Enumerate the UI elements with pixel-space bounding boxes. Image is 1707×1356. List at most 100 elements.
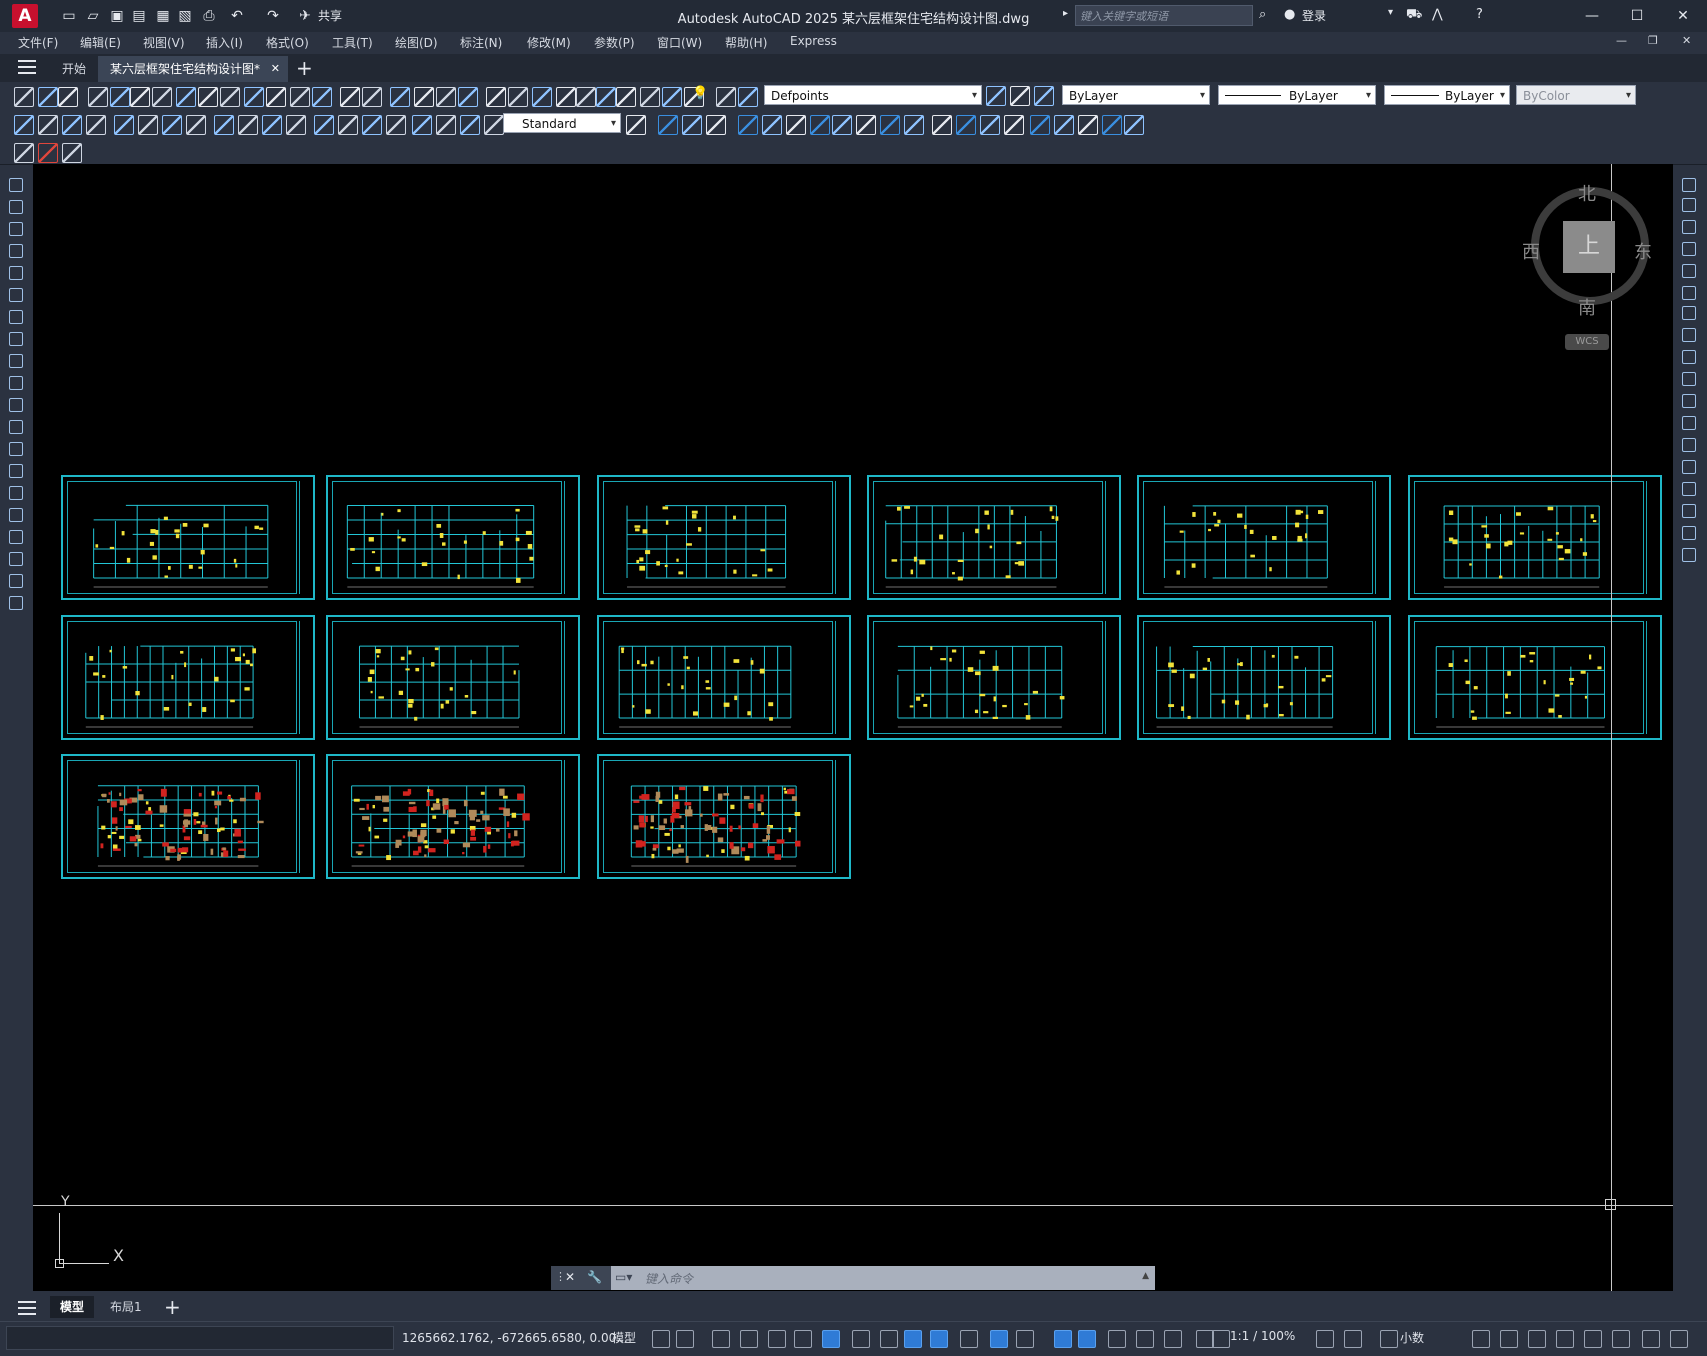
break-icon[interactable]	[1682, 438, 1696, 452]
help-icon[interactable]	[576, 87, 596, 107]
add-selected-icon[interactable]	[9, 596, 23, 610]
tab-start[interactable]: 开始	[50, 56, 98, 82]
plotstyle-dropdown[interactable]: ByColor ▾	[1516, 85, 1636, 105]
search-icon[interactable]: ⌕	[1259, 7, 1266, 22]
open-file-icon[interactable]: ▱	[84, 7, 102, 25]
extend-icon[interactable]	[1682, 394, 1696, 408]
break-icon[interactable]	[314, 115, 334, 135]
hardware-accel-toggle-icon[interactable]	[1500, 1330, 1518, 1348]
menu-insert[interactable]: 插入(I)	[206, 34, 243, 51]
flatshot-icon[interactable]	[1004, 115, 1024, 135]
chamfer-icon[interactable]	[1682, 482, 1696, 496]
doc-restore-button[interactable]: ❐	[1648, 34, 1658, 47]
move-icon[interactable]	[1682, 286, 1696, 300]
quick-properties-toggle-icon[interactable]	[1344, 1330, 1362, 1348]
rotate-icon[interactable]	[1682, 306, 1696, 320]
attribute-edit-icon[interactable]	[14, 143, 34, 163]
intersect-icon[interactable]	[880, 115, 900, 135]
graphics-toggle-icon[interactable]	[1584, 1330, 1602, 1348]
hatch-icon[interactable]	[9, 486, 23, 500]
space-icon[interactable]	[286, 115, 306, 135]
cut-icon[interactable]	[176, 87, 196, 107]
customize-toggle-icon[interactable]	[1556, 1330, 1574, 1348]
redo-icon[interactable]: ↷	[264, 7, 282, 25]
annotation-visibility-toggle-icon[interactable]	[1054, 1330, 1072, 1348]
trim-icon[interactable]	[1682, 372, 1696, 386]
jogged-linear-icon[interactable]	[412, 115, 432, 135]
isodraft-toggle-icon[interactable]	[768, 1330, 786, 1348]
preview-icon[interactable]	[110, 87, 130, 107]
open-web-icon[interactable]: ▦	[154, 7, 172, 25]
compass-west-label[interactable]: 西	[1522, 238, 1540, 264]
minimize-button[interactable]: —	[1577, 4, 1607, 28]
offset-icon[interactable]	[1682, 242, 1696, 256]
lineweight-toggle-icon[interactable]	[852, 1330, 870, 1348]
help-icon[interactable]: ?	[1476, 7, 1483, 22]
publish-icon[interactable]	[130, 87, 150, 107]
plot-icon[interactable]	[88, 87, 108, 107]
layer-freeze-icon[interactable]	[716, 87, 736, 107]
point-icon[interactable]	[9, 464, 23, 478]
match-properties-icon[interactable]	[244, 87, 264, 107]
drawing-sheet[interactable]	[61, 615, 315, 740]
copy-object-icon[interactable]	[1682, 198, 1696, 212]
dim-text-edit-icon[interactable]	[460, 115, 480, 135]
stretch-icon[interactable]	[1682, 350, 1696, 364]
blend-icon[interactable]	[1682, 526, 1696, 540]
units-icon-toggle-icon[interactable]	[1316, 1330, 1334, 1348]
dynamic-ucs-toggle-icon[interactable]	[960, 1330, 978, 1348]
revolve-icon[interactable]	[762, 115, 782, 135]
drawing-sheet[interactable]	[326, 615, 580, 740]
help-search-input[interactable]: 键入关键字或短语	[1075, 5, 1253, 26]
viewcube-top-face[interactable]: 上	[1563, 221, 1615, 273]
auto-scale-toggle-icon[interactable]	[1078, 1330, 1096, 1348]
drawing-sheet[interactable]	[61, 475, 315, 600]
section-icon[interactable]	[980, 115, 1000, 135]
menu-edit[interactable]: 编辑(E)	[80, 34, 121, 51]
quick-dim-icon[interactable]	[214, 115, 234, 135]
dimstyle-dropdown[interactable]: Standard ▾	[503, 113, 621, 133]
menu-file[interactable]: 文件(F)	[18, 34, 58, 51]
doc-minimize-button[interactable]: —	[1616, 34, 1627, 47]
login-dropdown-icon[interactable]: ▾	[1388, 7, 1393, 18]
layer-previous-icon[interactable]	[640, 87, 660, 107]
zoom-previous-icon[interactable]	[414, 87, 434, 107]
pan-icon[interactable]	[340, 87, 360, 107]
annotation-monitor-toggle-icon[interactable]	[1108, 1330, 1126, 1348]
array-icon[interactable]	[1682, 264, 1696, 278]
lock-ui-toggle-icon[interactable]	[1380, 1330, 1398, 1348]
extrude-icon[interactable]	[738, 115, 758, 135]
undo-icon[interactable]	[290, 87, 310, 107]
mirror-icon[interactable]	[1682, 220, 1696, 234]
compass-south-label[interactable]: 南	[1578, 294, 1596, 320]
layer-on-icon[interactable]: 💡	[692, 86, 708, 101]
block-attribute-icon[interactable]	[38, 143, 58, 163]
markup-icon[interactable]	[532, 87, 552, 107]
polyline-icon[interactable]	[9, 222, 23, 236]
new-file-icon[interactable]: ▭	[60, 7, 78, 25]
drawing-sheet[interactable]	[1137, 475, 1391, 600]
slice-icon[interactable]	[932, 115, 952, 135]
ellipse-icon[interactable]	[9, 376, 23, 390]
region-icon[interactable]	[9, 530, 23, 544]
menu-help[interactable]: 帮助(H)	[725, 34, 767, 51]
share-button[interactable]: 共享	[318, 7, 342, 24]
grid-toggle-icon[interactable]	[652, 1330, 670, 1348]
separate-icon[interactable]	[1124, 115, 1144, 135]
fillet-icon[interactable]	[1682, 504, 1696, 518]
drawing-canvas[interactable]	[33, 164, 1673, 1291]
zoom-realtime-icon[interactable]	[362, 87, 382, 107]
center-mark-icon[interactable]	[362, 115, 382, 135]
drawing-sheet[interactable]	[1408, 475, 1662, 600]
break-at-point-icon[interactable]	[1682, 416, 1696, 430]
circle-icon[interactable]	[9, 310, 23, 324]
radius-icon[interactable]	[114, 115, 134, 135]
recent-commands-icon[interactable]: ▭▾	[615, 1270, 632, 1284]
table-icon[interactable]	[9, 552, 23, 566]
gizmo-toggle-icon[interactable]	[1016, 1330, 1034, 1348]
3d-osnap-toggle-icon[interactable]	[930, 1330, 948, 1348]
user-icon[interactable]: ●	[1284, 7, 1295, 22]
tolerance-icon[interactable]	[338, 115, 358, 135]
revision-cloud-icon[interactable]	[9, 332, 23, 346]
command-input[interactable]: 键入命令	[645, 1270, 693, 1287]
